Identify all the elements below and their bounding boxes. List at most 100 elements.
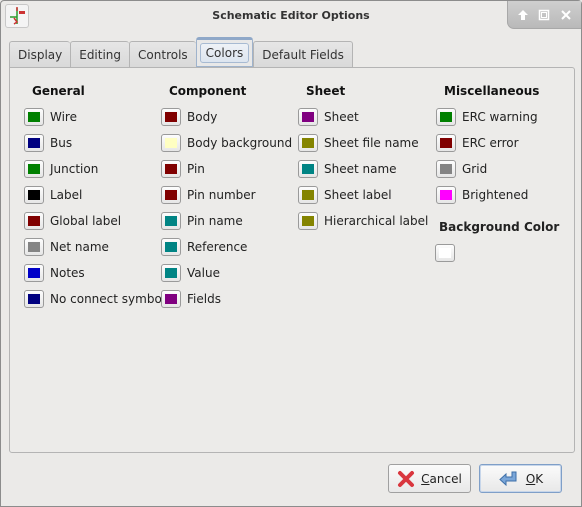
color-button-erc-warning[interactable] [436, 108, 456, 126]
color-item-label: Global label [50, 214, 122, 228]
group-title: Component [169, 84, 247, 98]
background-color-item [432, 240, 559, 266]
color-button-sheet-file-name[interactable] [298, 134, 318, 152]
color-swatch [28, 294, 40, 304]
color-swatch [440, 190, 452, 200]
color-item-reference: Reference [157, 234, 292, 260]
color-item-label: Bus [50, 136, 73, 150]
color-swatch [440, 138, 452, 148]
color-button-reference[interactable] [161, 238, 181, 256]
enter-arrow-icon [499, 471, 517, 486]
tab-editing[interactable]: Editing [70, 41, 130, 67]
color-button-sheet-name[interactable] [298, 160, 318, 178]
color-item-label: Sheet [324, 110, 359, 124]
color-item-label: Notes [50, 266, 85, 280]
close-icon [561, 9, 571, 20]
color-item-label: Sheet name [324, 162, 397, 176]
ok-button[interactable]: OK [479, 464, 562, 493]
color-item-label: No connect symbol [50, 292, 166, 306]
color-button-pin-number[interactable] [161, 186, 181, 204]
tab-label: Default Fields [262, 47, 344, 62]
color-item-pin-number: Pin number [157, 182, 292, 208]
color-button-net-name[interactable] [24, 238, 44, 256]
arrow-up-icon [517, 9, 528, 20]
group-title: General [32, 84, 85, 98]
color-button-sheet-label[interactable] [298, 186, 318, 204]
color-item-label: Body [187, 110, 218, 124]
color-button-no-connect-symbol[interactable] [24, 290, 44, 308]
color-item-notes: Notes [20, 260, 165, 286]
color-button-brightened[interactable] [436, 186, 456, 204]
tab-label: Editing [79, 47, 122, 62]
color-swatch [165, 112, 177, 122]
color-item-wire: Wire [20, 104, 165, 130]
color-item-global-label: Global label [20, 208, 165, 234]
color-item-sheet-name: Sheet name [294, 156, 428, 182]
color-button-pin-name[interactable] [161, 212, 181, 230]
shade-button[interactable] [515, 7, 531, 23]
color-button-body[interactable] [161, 108, 181, 126]
titlebar: Schematic Editor Options [1, 1, 581, 31]
color-item-label: Net name [50, 240, 109, 254]
window-controls [507, 1, 581, 29]
tab-label: Display [18, 47, 63, 62]
color-button-junction[interactable] [24, 160, 44, 178]
close-button[interactable] [558, 7, 574, 23]
color-item-brightened: Brightened [432, 182, 559, 208]
color-swatch [302, 190, 314, 200]
tab-bar: Display Editing Controls Colors Default … [9, 37, 353, 67]
color-item-pin-name: Pin name [157, 208, 292, 234]
tab-display[interactable]: Display [9, 41, 71, 67]
maximize-button[interactable] [536, 7, 552, 23]
color-item-erc-error: ERC error [432, 130, 559, 156]
background-color-button[interactable] [435, 244, 455, 262]
color-button-global-label[interactable] [24, 212, 44, 230]
color-item-label: ERC warning [462, 110, 538, 124]
cancel-button[interactable]: Cancel [388, 464, 471, 493]
color-item-sheet-file-name: Sheet file name [294, 130, 428, 156]
color-item-label: Wire [50, 110, 77, 124]
color-button-fields[interactable] [161, 290, 181, 308]
color-button-label[interactable] [24, 186, 44, 204]
color-button-erc-error[interactable] [436, 134, 456, 152]
color-button-grid[interactable] [436, 160, 456, 178]
color-item-body-background: Body background [157, 130, 292, 156]
color-swatch [302, 112, 314, 122]
color-item-sheet-label: Sheet label [294, 182, 428, 208]
color-button-sheet[interactable] [298, 108, 318, 126]
color-item-label: Reference [187, 240, 248, 254]
color-item-pin: Pin [157, 156, 292, 182]
color-item-no-connect-symbol: No connect symbol [20, 286, 165, 312]
color-item-label: Fields [187, 292, 221, 306]
color-item-label: Value [187, 266, 220, 280]
color-swatch [440, 112, 452, 122]
tab-controls[interactable]: Controls [129, 41, 196, 67]
color-item-bus: Bus [20, 130, 165, 156]
group-title: Miscellaneous [444, 84, 540, 98]
color-item-label: Grid [462, 162, 488, 176]
color-swatch [302, 164, 314, 174]
maximize-icon [539, 9, 550, 20]
color-button-body-background[interactable] [161, 134, 181, 152]
color-swatch [28, 138, 40, 148]
color-item-net-name: Net name [20, 234, 165, 260]
group-sheet: Sheet Sheet Sheet file name Sheet name Shee… [294, 84, 428, 234]
color-button-notes[interactable] [24, 264, 44, 282]
tab-colors[interactable]: Colors [195, 37, 254, 67]
color-button-value[interactable] [161, 264, 181, 282]
window-title: Schematic Editor Options [212, 9, 370, 22]
color-button-pin[interactable] [161, 160, 181, 178]
color-button-hierarchical-label[interactable] [298, 212, 318, 230]
color-swatch [165, 190, 177, 200]
color-item-sheet: Sheet [294, 104, 428, 130]
colors-panel: General Wire Bus Junction Label Global label… [9, 67, 575, 453]
group-component: Component Body Body background Pin Pin numb… [157, 84, 292, 312]
color-item-label: Sheet label [324, 188, 392, 202]
color-swatch [28, 242, 40, 252]
color-button-bus[interactable] [24, 134, 44, 152]
color-item-body: Body [157, 104, 292, 130]
tab-default-fields[interactable]: Default Fields [253, 41, 353, 67]
color-item-label: Brightened [462, 188, 529, 202]
color-button-wire[interactable] [24, 108, 44, 126]
color-item-value: Value [157, 260, 292, 286]
